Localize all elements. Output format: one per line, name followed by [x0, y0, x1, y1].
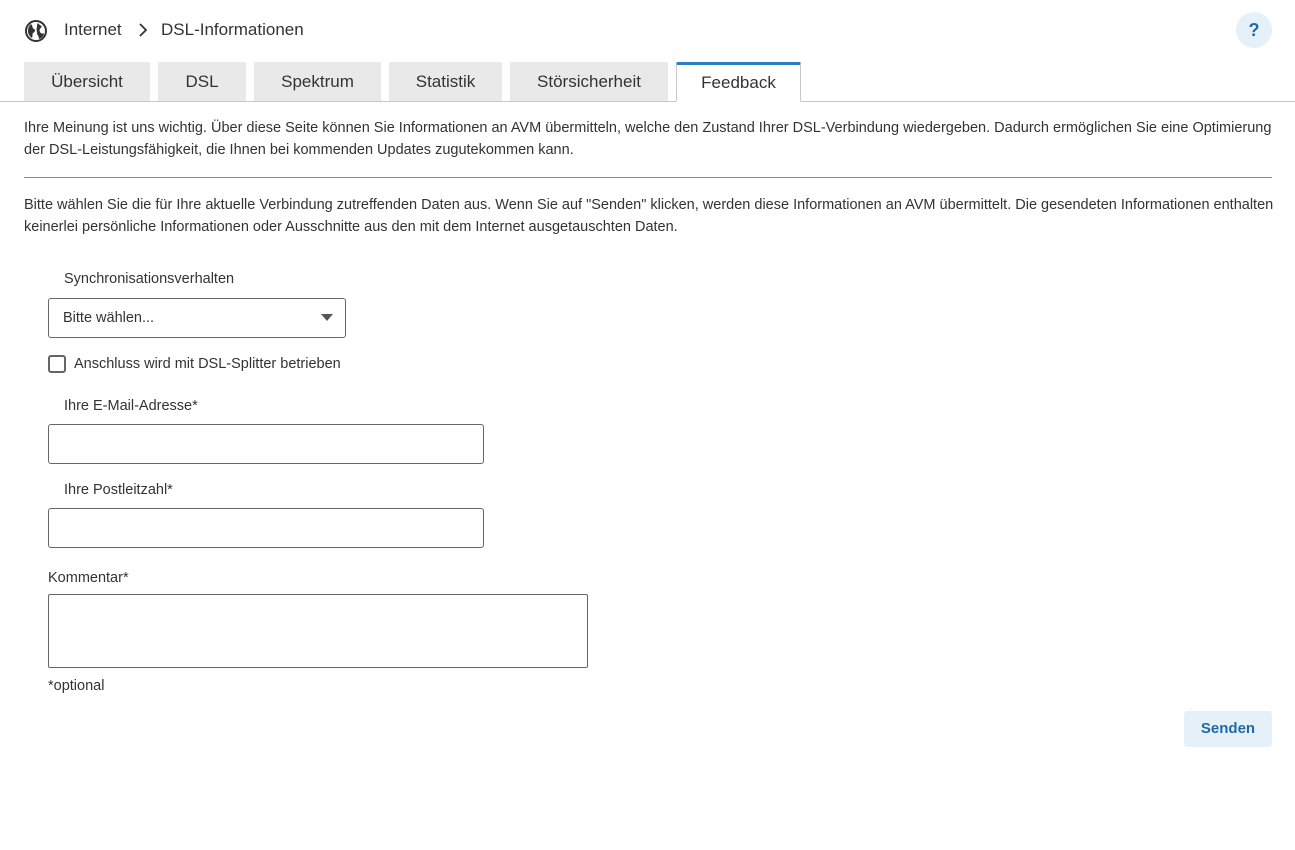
breadcrumb-dsl-informationen: DSL-Informationen	[161, 20, 304, 39]
send-button[interactable]: Senden	[1184, 711, 1272, 747]
breadcrumb-internet[interactable]: Internet	[64, 19, 122, 41]
comment-label: Kommentar*	[48, 570, 129, 586]
instruction-text: Bitte wählen Sie die für Ihre aktuelle V…	[24, 197, 1274, 235]
comment-textarea[interactable]	[48, 594, 588, 668]
tab-stoersicherheit[interactable]: Störsicherheit	[510, 62, 668, 101]
sync-label: Synchronisationsverhalten	[64, 271, 235, 287]
email-label: Ihre E-Mail-Adresse*	[64, 398, 198, 414]
splitter-checkbox[interactable]	[48, 355, 66, 373]
tab-uebersicht[interactable]: Übersicht	[24, 62, 150, 101]
tab-statistik[interactable]: Statistik	[389, 62, 502, 101]
help-button[interactable]: ?	[1236, 12, 1272, 48]
page-header: Internet DSL-Informationen ?	[0, 0, 1295, 62]
tab-dsl[interactable]: DSL	[158, 62, 246, 101]
tab-spektrum[interactable]: Spektrum	[254, 62, 381, 101]
postal-code-input[interactable]	[48, 508, 484, 548]
tab-feedback[interactable]: Feedback	[676, 62, 801, 102]
splitter-label[interactable]: Anschluss wird mit DSL-Splitter betriebe…	[74, 355, 341, 373]
postal-code-label: Ihre Postleitzahl*	[64, 482, 173, 498]
section-divider	[24, 177, 1272, 178]
chevron-right-icon	[139, 23, 148, 37]
email-input[interactable]	[48, 424, 484, 464]
optional-note: *optional	[48, 678, 105, 694]
caret-down-icon	[321, 314, 333, 321]
globe-icon	[25, 20, 47, 42]
intro-text: Ihre Meinung ist uns wichtig. Über diese…	[24, 120, 1272, 158]
tab-bar: Übersicht DSL Spektrum Statistik Störsic…	[0, 62, 1295, 102]
sync-select[interactable]: Bitte wählen...	[48, 298, 346, 338]
